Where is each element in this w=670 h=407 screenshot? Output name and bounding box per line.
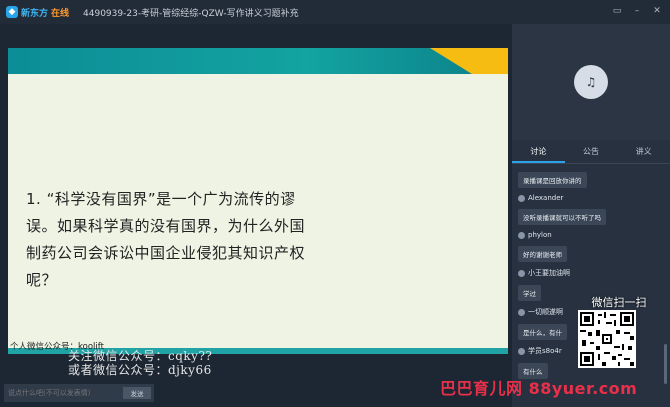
- screen-icon[interactable]: ▭: [612, 6, 622, 16]
- qr-code: [578, 310, 636, 368]
- list-item: Alexander 没听录播课就可以不听了吗: [518, 194, 664, 225]
- list-item: phylon 好的谢谢老师: [518, 231, 664, 262]
- chat-user: 学员s8o4r: [528, 347, 562, 355]
- audio-icon: ♫: [574, 65, 608, 99]
- tab-discussion[interactable]: 讨论: [512, 140, 565, 163]
- chat-message: 是什么，有什: [518, 324, 567, 340]
- slide-banner: [8, 48, 508, 74]
- site-watermark: 巴巴育儿网 88yuer.com: [440, 379, 638, 398]
- avatar: [518, 194, 525, 202]
- camera-area: ♫: [512, 24, 670, 140]
- app-logo: ◆ 新东方 在线: [6, 6, 69, 19]
- avatar: [518, 231, 525, 239]
- chat-composer: 发送: [4, 384, 154, 402]
- chat-message: 没听录播课就可以不听了吗: [518, 209, 606, 225]
- qr-caption: 微信扫一扫: [591, 296, 647, 309]
- chat-user: Alexander: [528, 194, 564, 202]
- chat-message: 录播课是回放你讲的: [518, 172, 587, 188]
- brand-name: 新东方: [21, 8, 49, 19]
- chat-scrollbar[interactable]: [664, 344, 667, 384]
- chat-user: phylon: [528, 231, 552, 239]
- minimize-icon[interactable]: –: [632, 6, 642, 16]
- tab-handout[interactable]: 讲义: [617, 140, 670, 163]
- watermark-line2: 或者微信公众号：djky66: [68, 363, 212, 377]
- chat-user: 一切顺遂啊: [528, 308, 563, 316]
- window-title: 4490939-23-考研-管综经综-QZW-写作讲义习题补充: [83, 8, 299, 19]
- title-bar: ◆ 新东方 在线 4490939-23-考研-管综经综-QZW-写作讲义习题补充…: [0, 0, 670, 24]
- chat-message: 学过: [518, 285, 541, 301]
- tab-announcement[interactable]: 公告: [565, 140, 618, 163]
- logo-icon: ◆: [6, 6, 18, 18]
- slide-question: 1. “科学没有国界”是一个广为流传的谬误。如果科学真的没有国界，为什么外国制药…: [26, 190, 306, 289]
- chat-input[interactable]: [4, 386, 123, 400]
- list-item: 录播课是回放你讲的: [518, 168, 664, 188]
- chat-message: 好的谢谢老师: [518, 246, 567, 262]
- send-button[interactable]: 发送: [123, 387, 151, 399]
- close-icon[interactable]: ✕: [652, 6, 662, 16]
- slide: 1. “科学没有国界”是一个广为流传的谬误。如果科学真的没有国界，为什么外国制药…: [8, 48, 508, 354]
- avatar: [518, 347, 525, 355]
- brand-suffix: 在线: [51, 8, 70, 19]
- chat-user: 小王要加油啊: [528, 269, 570, 277]
- avatar: [518, 269, 525, 277]
- sidebar-tabs: 讨论 公告 讲义: [512, 140, 670, 164]
- avatar: [518, 308, 525, 316]
